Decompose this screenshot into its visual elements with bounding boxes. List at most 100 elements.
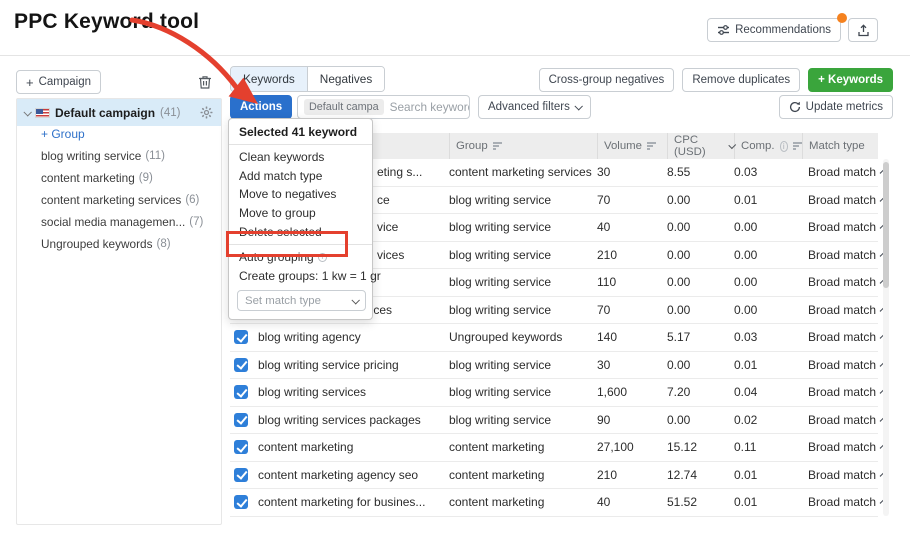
export-button[interactable]	[848, 18, 878, 42]
volume-cell: 90	[597, 413, 667, 427]
search-placeholder: Search keywords	[390, 100, 470, 114]
tab-negatives[interactable]: Negatives	[307, 67, 384, 91]
remove-duplicates-button[interactable]: Remove duplicates	[682, 68, 800, 92]
trash-icon[interactable]	[195, 72, 215, 92]
cpc-cell: 0.00	[667, 275, 734, 289]
chevron-down-icon[interactable]	[23, 108, 31, 116]
group-cell: blog writing service	[449, 193, 597, 207]
group-cell: blog writing service	[449, 413, 597, 427]
actions-menu-item[interactable]: Clean keywords	[229, 148, 372, 167]
sort-icon[interactable]	[647, 142, 656, 149]
info-icon: i	[780, 141, 788, 152]
comp-cell: 0.00	[734, 220, 802, 234]
volume-cell: 30	[597, 165, 667, 179]
add-campaign-button[interactable]: + Campaign	[16, 70, 101, 94]
comp-cell: 0.01	[734, 468, 802, 482]
volume-cell: 40	[597, 220, 667, 234]
volume-cell: 1,600	[597, 385, 667, 399]
match-type-dropdown[interactable]: Broad match	[802, 440, 878, 454]
recommendations-button[interactable]: Recommendations	[707, 18, 841, 42]
header-group[interactable]: Group	[449, 133, 597, 159]
cpc-cell: 51.52	[667, 495, 734, 509]
table-row: content marketing content marketing 27,1…	[230, 434, 878, 462]
match-type-dropdown[interactable]: Broad match	[802, 193, 878, 207]
cpc-cell: 0.00	[667, 358, 734, 372]
sidebar-group-item[interactable]: content marketing services (6)	[41, 189, 216, 211]
row-checkbox[interactable]	[234, 330, 248, 344]
row-checkbox[interactable]	[234, 358, 248, 372]
campaign-tree-panel: Default campaign (41)	[16, 98, 222, 525]
keyword-cell: blog writing service pricing	[258, 358, 449, 372]
update-metrics-button[interactable]: Update metrics	[779, 95, 893, 119]
match-type-dropdown[interactable]: Broad match	[802, 413, 878, 427]
notification-dot	[837, 13, 847, 23]
gear-icon[interactable]	[200, 106, 213, 119]
header-divider	[0, 55, 910, 56]
table-row: blog writing services packages blog writ…	[230, 407, 878, 435]
match-type-dropdown[interactable]: Broad match	[802, 248, 878, 262]
keywords-negatives-tabs: Keywords Negatives	[230, 66, 385, 92]
campaign-row-default[interactable]: Default campaign (41)	[17, 99, 221, 126]
campaign-name: Default campaign	[55, 106, 155, 120]
group-cell: blog writing service	[449, 220, 597, 234]
volume-cell: 27,100	[597, 440, 667, 454]
comp-cell: 0.01	[734, 193, 802, 207]
row-checkbox[interactable]	[234, 495, 248, 509]
group-cell: content marketing	[449, 495, 597, 509]
sidebar-group-item[interactable]: social media managemen... (7)	[41, 211, 216, 233]
match-type-dropdown[interactable]: Broad match	[802, 468, 878, 482]
actions-menu-item[interactable]: Move to negatives	[229, 185, 372, 204]
volume-cell: 70	[597, 193, 667, 207]
header-comp[interactable]: Comp. i	[734, 133, 802, 159]
tab-keywords[interactable]: Keywords	[231, 67, 307, 91]
sidebar-group-item[interactable]: content marketing (9)	[41, 167, 216, 189]
header-volume[interactable]: Volume	[597, 133, 667, 159]
row-checkbox[interactable]	[234, 440, 248, 454]
match-type-dropdown[interactable]: Broad match	[802, 495, 878, 509]
scrollbar-thumb[interactable]	[883, 162, 889, 288]
comp-cell: 0.01	[734, 495, 802, 509]
sidebar-group-item[interactable]: Ungrouped keywords (8)	[41, 233, 216, 255]
volume-cell: 210	[597, 248, 667, 262]
actions-button[interactable]: Actions	[230, 95, 292, 119]
menu-item-create-groups[interactable]: Create groups: 1 kw = 1 gr	[229, 267, 372, 286]
row-checkbox[interactable]	[234, 385, 248, 399]
add-group-link[interactable]: + Group	[41, 123, 85, 145]
match-type-dropdown[interactable]: Broad match	[802, 220, 878, 234]
sort-icon[interactable]	[793, 142, 802, 149]
match-type-dropdown[interactable]: Broad match	[802, 330, 878, 344]
row-checkbox[interactable]	[234, 468, 248, 482]
match-type-dropdown[interactable]: Broad match	[802, 165, 878, 179]
actions-menu-item[interactable]: Delete selected	[229, 222, 372, 241]
group-cell: content marketing	[449, 468, 597, 482]
row-checkbox[interactable]	[234, 413, 248, 427]
actions-menu-item[interactable]: Add match type	[229, 167, 372, 186]
group-cell: blog writing service	[449, 385, 597, 399]
ppc-keyword-tool-app: PPC Keyword tool Recommendations + Camp	[0, 0, 910, 537]
header-cpc[interactable]: CPC (USD)	[667, 133, 734, 159]
cpc-cell: 0.00	[667, 220, 734, 234]
sidebar-group-item[interactable]: blog writing service (11)	[41, 145, 216, 167]
cpc-cell: 8.55	[667, 165, 734, 179]
set-match-type-select[interactable]: Set match type	[237, 290, 366, 311]
match-type-dropdown[interactable]: Broad match	[802, 275, 878, 289]
match-type-dropdown[interactable]: Broad match	[802, 385, 878, 399]
actions-menu-item[interactable]: Move to group	[229, 204, 372, 223]
advanced-filters-button[interactable]: Advanced filters	[478, 95, 591, 119]
cpc-cell: 0.00	[667, 248, 734, 262]
comp-cell: 0.00	[734, 248, 802, 262]
add-keywords-button[interactable]: + Keywords	[808, 68, 893, 92]
match-type-dropdown[interactable]: Broad match	[802, 303, 878, 317]
cross-group-negatives-button[interactable]: Cross-group negatives	[539, 68, 675, 92]
search-input[interactable]: Default campa Search keywords	[297, 95, 470, 119]
us-flag-icon	[35, 108, 50, 118]
volume-cell: 140	[597, 330, 667, 344]
match-type-dropdown[interactable]: Broad match	[802, 358, 878, 372]
group-list: blog writing service (11) content market…	[41, 145, 216, 255]
sort-icon[interactable]	[493, 142, 502, 149]
group-cell: Ungrouped keywords	[449, 330, 597, 344]
comp-cell: 0.01	[734, 358, 802, 372]
menu-item-auto-grouping[interactable]: Auto grouping i	[229, 248, 372, 267]
actions-dropdown-menu: Selected 41 keyword Clean keywords Add m…	[228, 118, 373, 320]
cpc-cell: 0.00	[667, 413, 734, 427]
